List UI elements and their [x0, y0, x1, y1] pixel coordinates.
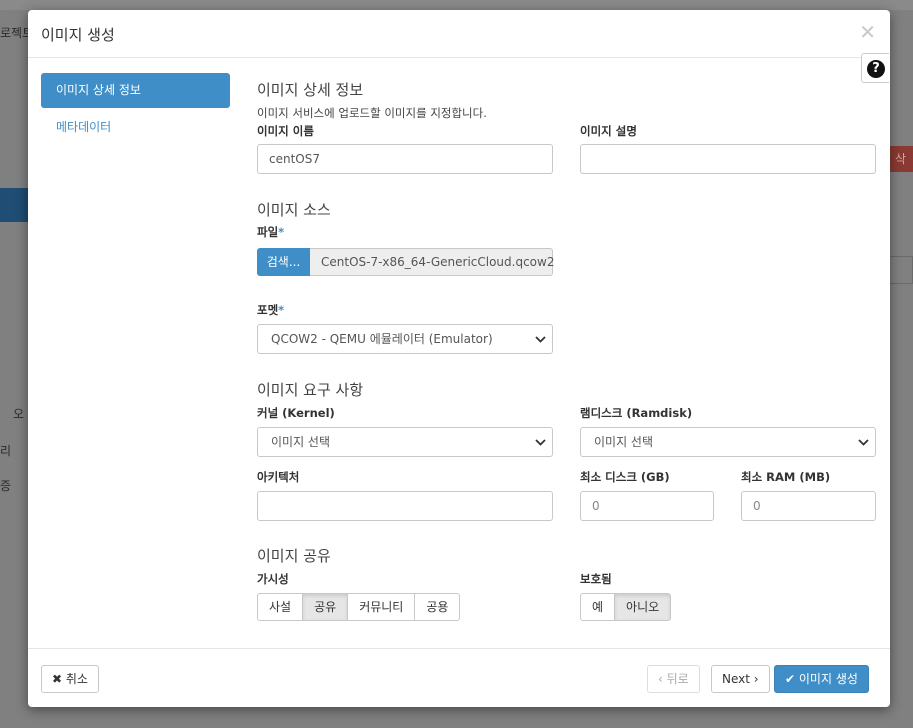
min-ram-input[interactable]: 0	[741, 491, 876, 521]
chevron-down-icon	[535, 428, 546, 456]
chevron-down-icon	[535, 325, 546, 353]
kernel-label: 커널 (Kernel)	[257, 406, 335, 420]
browse-button[interactable]: 검색...	[257, 248, 310, 276]
chevron-right-icon: ›	[753, 672, 759, 686]
format-label: 포멧*	[257, 302, 284, 318]
architecture-input[interactable]	[257, 491, 553, 521]
cancel-button-label: 취소	[65, 672, 88, 686]
section-title-source: 이미지 소스	[257, 201, 331, 219]
section-title-sharing: 이미지 공유	[257, 547, 331, 565]
image-description-label: 이미지 설명	[580, 124, 637, 138]
protected-option-no[interactable]: 아니오	[614, 593, 672, 621]
section-title-requirements: 이미지 요구 사항	[257, 381, 364, 399]
file-label-text: 파일	[257, 225, 279, 239]
nav-item-image-details[interactable]: 이미지 상세 정보	[41, 73, 230, 108]
bg-nav-label: 리	[0, 444, 12, 458]
help-button[interactable]: ?	[861, 53, 889, 83]
format-label-text: 포멧	[257, 303, 279, 317]
bg-delete-button: 삭	[889, 146, 913, 172]
chevron-left-icon: ‹	[658, 672, 663, 686]
nav-item-metadata[interactable]: 메타데이터	[41, 110, 230, 145]
bg-nav-label: 증	[0, 479, 12, 493]
visibility-option-community[interactable]: 커뮤니티	[347, 593, 416, 621]
file-label: 파일*	[257, 224, 284, 240]
image-description-input[interactable]	[580, 144, 876, 174]
back-button[interactable]: ‹ 뒤로	[647, 665, 700, 693]
file-name-display: CentOS-7-x86_64-GenericCloud.qcow2	[310, 248, 554, 276]
protected-toggle-group: 예 아니오	[580, 593, 672, 621]
format-select[interactable]: QCOW2 - QEMU 에뮬레이터 (Emulator)	[257, 324, 553, 354]
visibility-label: 가시성	[257, 572, 289, 586]
visibility-option-shared[interactable]: 공유	[302, 593, 349, 621]
architecture-label: 아키텍처	[257, 470, 300, 484]
visibility-toggle-group: 사설 공유 커뮤니티 공용	[257, 593, 461, 621]
chevron-down-icon	[858, 428, 869, 456]
create-image-modal: 이미지 생성 ✕ 이미지 상세 정보 메타데이터 ? 이미지 상세 정보 이미지…	[28, 10, 890, 707]
image-name-input[interactable]: centOS7	[257, 144, 553, 174]
required-icon: *	[278, 225, 285, 239]
close-icon[interactable]: ✕	[859, 20, 876, 44]
visibility-option-public[interactable]: 공용	[414, 593, 461, 621]
wizard-nav: 이미지 상세 정보 메타데이터	[41, 73, 230, 147]
min-disk-input[interactable]: 0	[580, 491, 714, 521]
bg-control	[889, 256, 913, 284]
modal-footer: ✖ 취소 ‹ 뒤로 Next › ✔ 이미지 생성	[28, 648, 890, 708]
bg-nav-label: 오	[13, 407, 25, 421]
check-icon: ✔	[785, 672, 796, 686]
bg-active-nav	[0, 188, 28, 222]
format-select-value: QCOW2 - QEMU 에뮬레이터 (Emulator)	[271, 332, 493, 346]
kernel-select-value: 이미지 선택	[271, 435, 331, 449]
question-icon: ?	[867, 60, 885, 78]
min-ram-label: 최소 RAM (MB)	[741, 470, 831, 484]
next-button-label: Next	[722, 672, 750, 686]
ramdisk-select-value: 이미지 선택	[594, 435, 654, 449]
create-image-button-label: 이미지 생성	[798, 672, 858, 686]
image-name-label: 이미지 이름	[257, 124, 314, 138]
protected-option-yes[interactable]: 예	[580, 593, 616, 621]
back-button-label: 뒤로	[666, 672, 689, 686]
background-topbar	[0, 0, 913, 10]
ramdisk-label: 램디스크 (Ramdisk)	[580, 406, 693, 420]
create-image-button[interactable]: ✔ 이미지 생성	[774, 665, 869, 693]
close-icon: ✖	[52, 672, 63, 686]
visibility-option-private[interactable]: 사설	[257, 593, 304, 621]
section-description: 이미지 서비스에 업로드할 이미지를 지정합니다.	[257, 106, 487, 120]
next-button[interactable]: Next ›	[711, 665, 770, 693]
section-title-details: 이미지 상세 정보	[257, 81, 364, 99]
min-disk-label: 최소 디스크 (GB)	[580, 470, 670, 484]
modal-title: 이미지 생성	[41, 26, 115, 44]
modal-header: 이미지 생성 ✕	[28, 10, 890, 58]
cancel-button[interactable]: ✖ 취소	[41, 665, 99, 693]
kernel-select[interactable]: 이미지 선택	[257, 427, 553, 457]
ramdisk-select[interactable]: 이미지 선택	[580, 427, 876, 457]
protected-label: 보호됨	[580, 572, 612, 586]
required-icon: *	[278, 303, 285, 317]
